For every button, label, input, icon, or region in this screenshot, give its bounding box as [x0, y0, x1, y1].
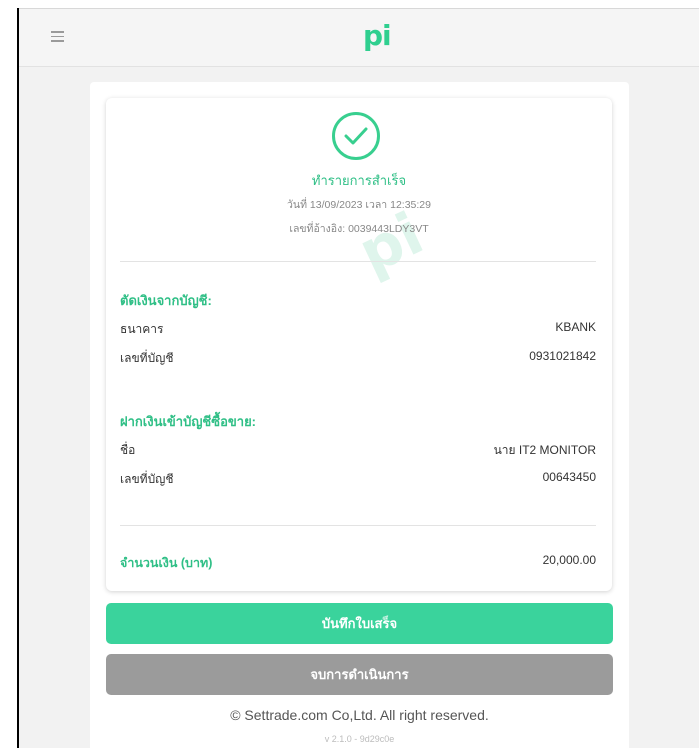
divider: [120, 525, 596, 526]
pi-logo[interactable]: pi: [363, 21, 392, 51]
hamburger-menu-icon[interactable]: [51, 31, 64, 42]
bank-label: ธนาคาร: [120, 322, 164, 336]
bank-value: KBANK: [555, 320, 596, 334]
amount-label: จำนวนเงิน (บาท): [120, 556, 213, 570]
deposit-account-label: เลขที่บัญชี: [120, 472, 174, 486]
debit-account-value: 0931021842: [529, 349, 596, 363]
reference-number: เลขที่อ้างอิง: 0039443LDY3VT: [289, 223, 429, 235]
copyright-text: © Settrade.com Co,Ltd. All right reserve…: [230, 707, 489, 723]
divider: [120, 261, 596, 262]
app-viewport: pi pi ทำรายการสำเร็จ วันที่ 13/09/2023 เ…: [19, 9, 699, 748]
pi-watermark: pi: [348, 199, 433, 287]
deposit-section-title: ฝากเงินเข้าบัญชีซื้อขาย:: [120, 414, 257, 429]
version-text: v 2.1.0 - 9d29c0e: [324, 734, 395, 744]
name-label: ชื่อ: [120, 443, 136, 457]
status-text: ทำรายการสำเร็จ: [311, 173, 407, 188]
debit-account-label: เลขที่บัญชี: [120, 351, 174, 365]
transaction-datetime: วันที่ 13/09/2023 เวลา 12:35:29: [287, 199, 431, 211]
top-bar: pi: [19, 9, 699, 67]
save-receipt-button[interactable]: บันทึกใบเสร็จ: [106, 603, 613, 644]
receipt-card: pi ทำรายการสำเร็จ วันที่ 13/09/2023 เวลา…: [106, 98, 612, 591]
check-circle-icon: [332, 112, 380, 160]
finish-button[interactable]: จบการดำเนินการ: [106, 654, 613, 695]
debit-section-title: ตัดเงินจากบัญชี:: [120, 293, 212, 308]
amount-value: 20,000.00: [542, 553, 596, 567]
deposit-account-value: 00643450: [542, 470, 596, 484]
name-value: นาย IT2 MONITOR: [493, 443, 596, 457]
